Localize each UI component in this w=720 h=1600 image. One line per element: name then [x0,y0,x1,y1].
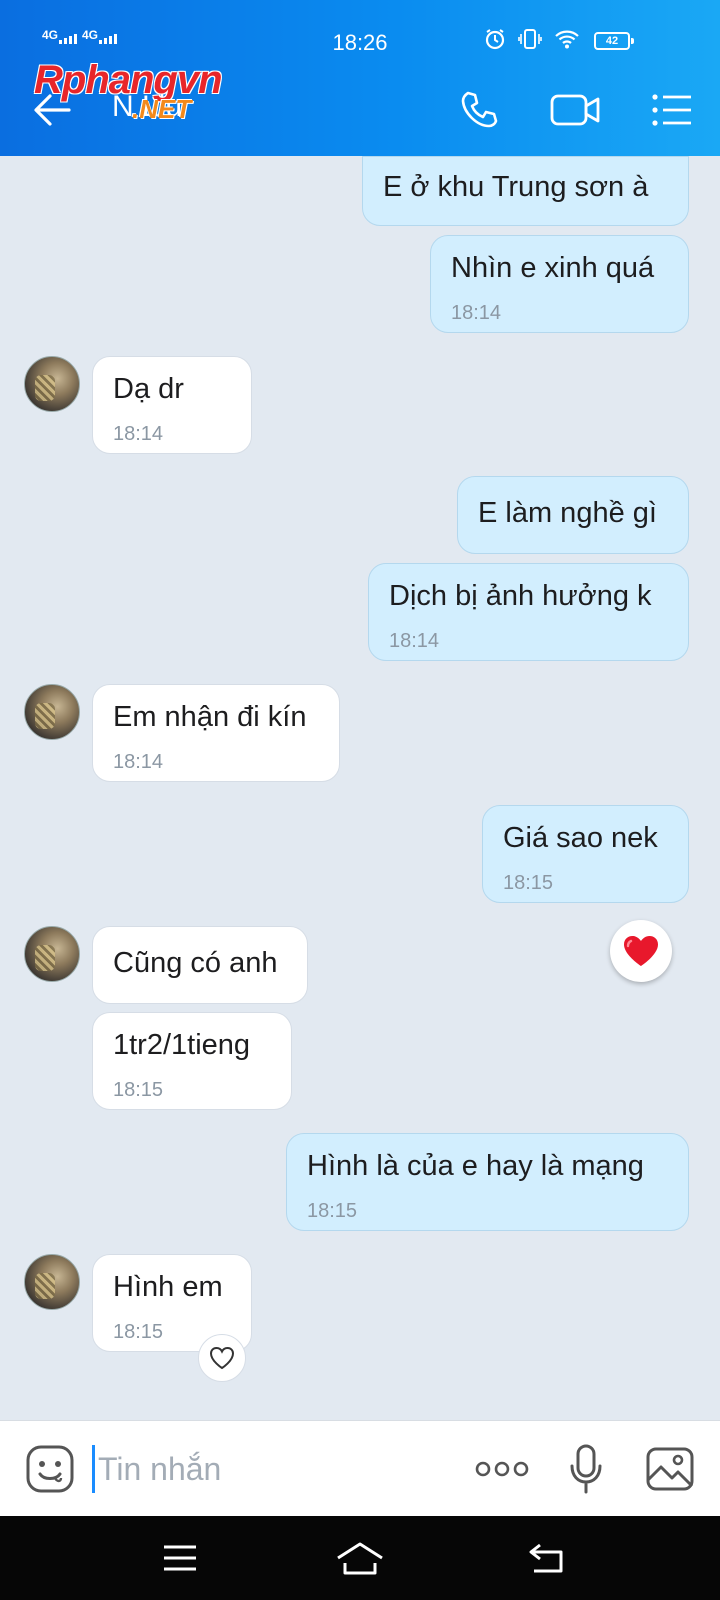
chat-header: 4G 4G 18:26 42 Rphangvn N Liu .NET [0,0,720,156]
message-text: Em nhận đi kín [113,701,307,733]
avatar[interactable] [24,684,80,740]
incoming-message[interactable]: Em nhận đi kín 18:14 [92,684,340,782]
text-cursor [92,1445,95,1493]
voice-record-button[interactable] [558,1441,614,1497]
voice-call-button[interactable] [452,82,508,138]
message-time: 18:14 [389,630,440,652]
outgoing-message[interactable]: Dịch bị ảnh hưởng k 18:14 [368,563,689,661]
message-text: Hình em [113,1271,223,1303]
heart-reaction-icon [624,936,658,966]
emoji-button[interactable] [22,1441,78,1497]
image-icon [646,1447,694,1491]
message-time: 18:15 [503,872,554,894]
outgoing-message[interactable]: Nhìn e xinh quá 18:14 [430,235,689,333]
message-time: 18:14 [113,423,164,445]
incoming-message[interactable]: 1tr2/1tieng 18:15 [92,1012,292,1110]
menu-icon [164,1545,196,1571]
message-text: Dịch bị ảnh hưởng k [389,580,652,612]
video-icon [550,94,600,126]
more-options-button[interactable] [474,1441,530,1497]
vibrate-icon [518,29,542,49]
microphone-icon [570,1444,602,1494]
message-time: 18:15 [113,1079,164,1101]
avatar[interactable] [24,356,80,412]
incoming-message[interactable]: Dạ dr 18:14 [92,356,252,454]
outgoing-message[interactable]: Giá sao nek 18:15 [482,805,689,903]
alarm-icon [485,29,505,50]
outgoing-message[interactable]: E ở khu Trung sơn à [362,156,689,226]
emoji-icon [26,1445,74,1493]
message-time: 18:15 [307,1200,358,1222]
system-navigation-bar [0,1516,720,1600]
watermark-suffix: .NET [132,94,192,124]
wifi-icon [555,30,579,49]
message-text: E ở khu Trung sơn à [383,171,649,203]
home-icon [337,1542,383,1575]
return-arrow-icon [529,1543,563,1573]
message-text: E làm nghề gì [478,497,657,529]
outgoing-message[interactable]: Hình là của e hay là mạng 18:15 [286,1133,689,1231]
recent-apps-button[interactable] [150,1530,210,1586]
title-bar: Rphangvn N Liu .NET [0,58,720,150]
message-time: 18:14 [113,751,164,773]
message-text: Hình là của e hay là mạng [307,1150,644,1182]
incoming-message[interactable]: Cũng có anh [92,926,308,1004]
options-menu-button[interactable] [644,82,700,138]
message-time: 18:14 [451,302,502,324]
message-text: Nhìn e xinh quá [451,252,655,284]
avatar[interactable] [24,926,80,982]
message-input[interactable] [98,1443,438,1495]
message-text: Dạ dr [113,373,184,405]
like-button[interactable] [198,1334,246,1382]
more-dots-icon [475,1461,529,1477]
status-icons [484,28,580,50]
phone-icon [461,91,498,128]
message-time: 18:15 [113,1321,164,1343]
send-image-button[interactable] [642,1441,698,1497]
battery-indicator: 42 [594,32,634,50]
battery-level: 42 [605,35,619,47]
message-text: 1tr2/1tieng [113,1029,251,1061]
system-back-button[interactable] [518,1530,578,1586]
video-call-button[interactable] [548,82,604,138]
message-composer [0,1420,720,1516]
reaction-button[interactable] [610,920,672,982]
status-bar: 4G 4G 18:26 42 [0,22,720,62]
home-button[interactable] [330,1530,390,1586]
message-text: Cũng có anh [113,947,278,979]
outgoing-message[interactable]: E làm nghề gì [457,476,689,554]
avatar[interactable] [24,1254,80,1310]
menu-list-icon [652,94,691,126]
heart-outline-icon [209,1346,235,1370]
message-text: Giá sao nek [503,822,658,854]
